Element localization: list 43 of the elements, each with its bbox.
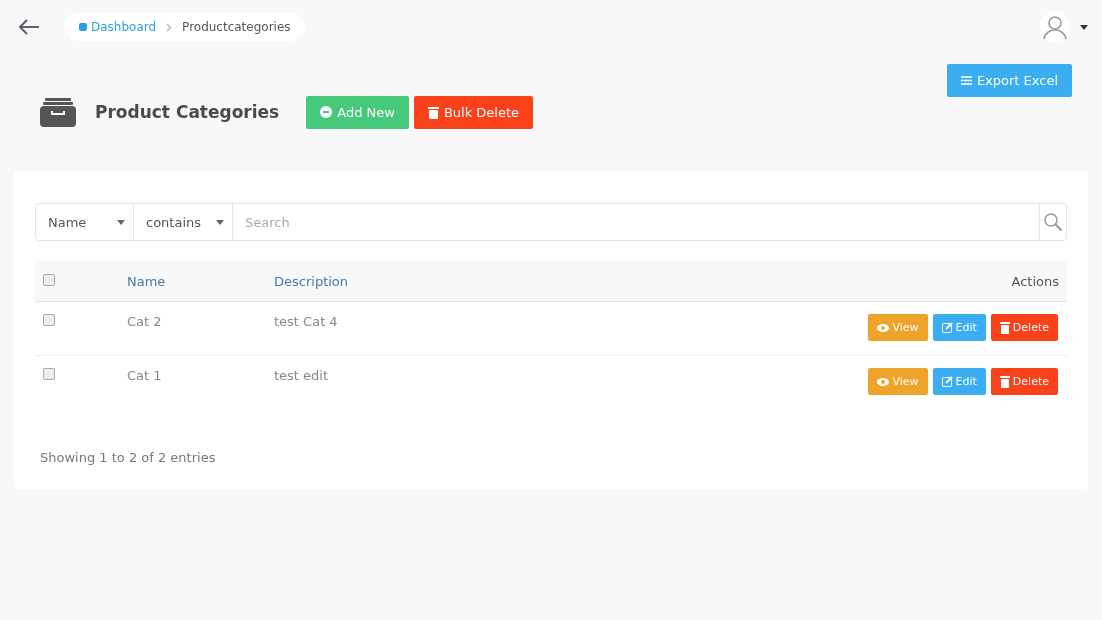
row-checkbox[interactable] — [43, 314, 55, 326]
search-icon[interactable] — [1039, 203, 1067, 241]
edit-button[interactable]: Edit — [932, 314, 986, 341]
row-checkbox[interactable] — [43, 368, 55, 380]
edit-icon — [941, 376, 953, 387]
edit-button[interactable]: Edit — [932, 368, 986, 395]
entries-info: Showing 1 to 2 of 2 entries — [40, 449, 217, 465]
trash-icon — [999, 375, 1010, 388]
table-cell: Cat 1 — [126, 355, 273, 410]
table-cell: test Cat 4 — [273, 301, 420, 356]
bulk-delete-button[interactable]: Bulk Delete — [413, 95, 534, 129]
search-field[interactable]: Search — [233, 203, 1039, 241]
view-button[interactable]: View — [868, 368, 928, 395]
table-cell: test edit — [273, 355, 420, 410]
eye-icon — [877, 377, 890, 386]
trash-icon — [999, 321, 1010, 334]
table-cell: Cat 2 — [126, 301, 273, 356]
export-excel-button[interactable]: Export Excel — [946, 64, 1072, 97]
caret-icon — [216, 219, 224, 225]
delete-button[interactable]: Delete — [990, 314, 1058, 341]
field-select[interactable]: Name — [35, 203, 134, 241]
eye-icon — [877, 323, 890, 332]
caret-icon[interactable] — [1080, 24, 1088, 30]
user-avatar-icon[interactable] — [1040, 12, 1070, 42]
list-icon — [960, 76, 972, 85]
breadcrumb-link[interactable]: Dashboard — [78, 20, 157, 34]
minus-circle-icon — [320, 106, 333, 118]
operator-select[interactable]: contains — [134, 203, 233, 241]
view-button[interactable]: View — [868, 314, 928, 341]
page-title: Product Categories — [95, 102, 280, 122]
delete-button[interactable]: Delete — [990, 368, 1058, 395]
breadcrumb-current: Productcategories — [182, 20, 291, 34]
column-header[interactable]: Name — [126, 261, 273, 302]
trash-icon — [427, 105, 439, 119]
edit-icon — [941, 322, 953, 333]
archive-drawer-icon — [40, 97, 76, 127]
back-arrow-icon[interactable] — [18, 19, 40, 35]
select-all-checkbox[interactable] — [43, 273, 55, 286]
column-header[interactable]: Description — [273, 261, 420, 302]
add-new-button[interactable]: Add New — [306, 95, 409, 129]
caret-icon — [117, 219, 125, 225]
chevron-icon — [166, 22, 173, 32]
column-header: Actions — [420, 261, 1067, 302]
